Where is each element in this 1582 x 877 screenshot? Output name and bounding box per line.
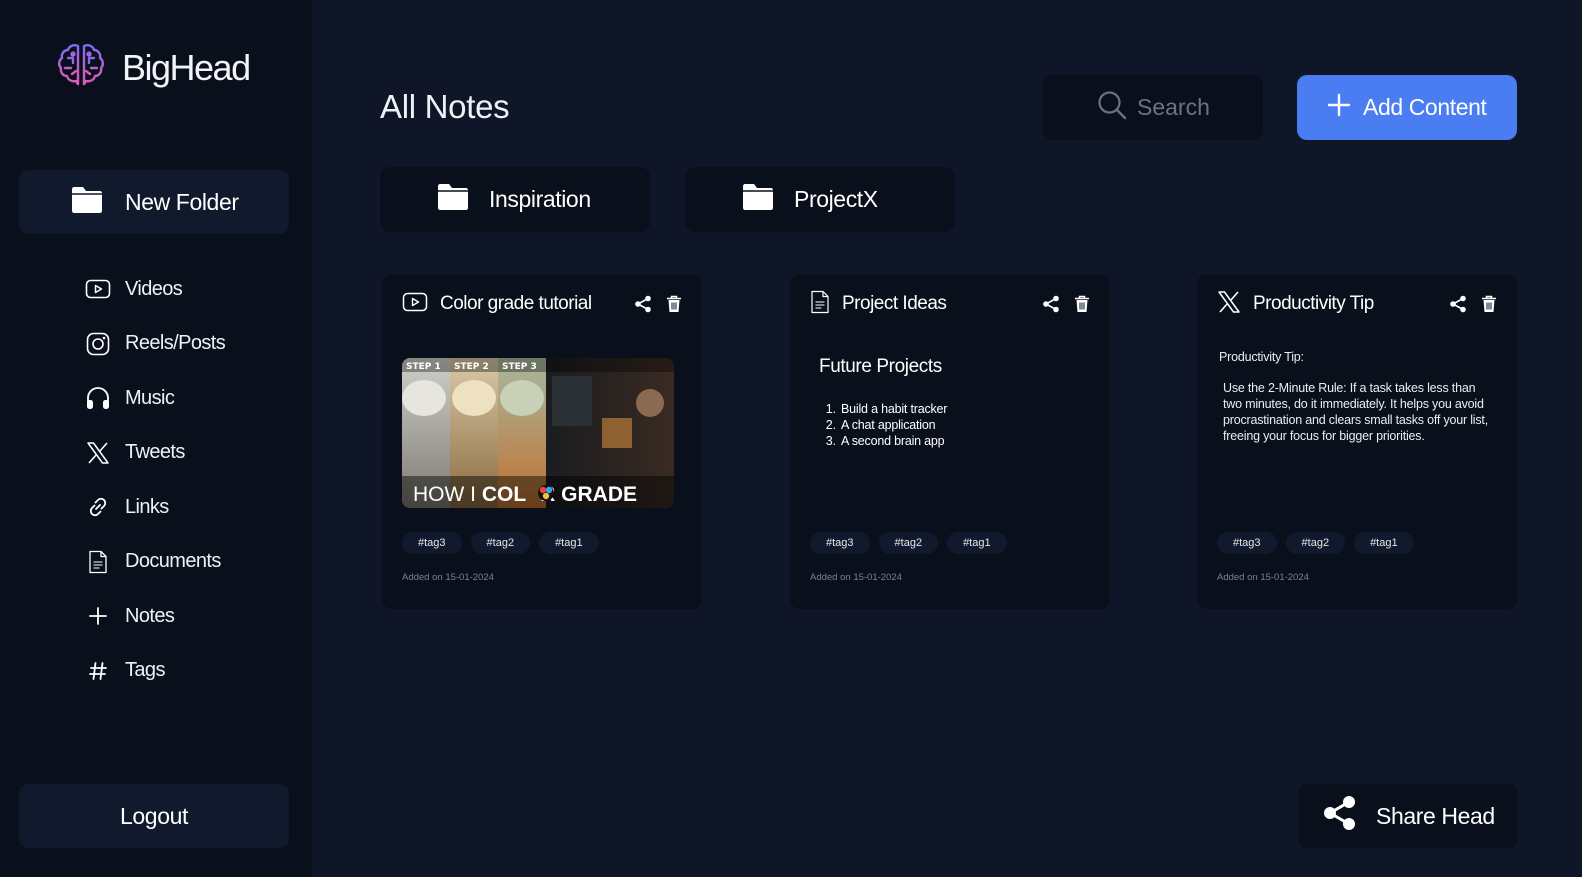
card-header: Project Ideas xyxy=(810,290,1090,318)
folder-icon xyxy=(742,183,774,216)
share-icon xyxy=(1322,795,1358,837)
thumb-caption-bold-end: R GRADE xyxy=(540,483,637,506)
folder-inspiration[interactable]: Inspiration xyxy=(380,167,650,232)
sidebar-item-label: Reels/Posts xyxy=(125,332,226,355)
search-icon xyxy=(1097,90,1127,125)
note-heading: Future Projects xyxy=(819,356,942,377)
card-date: Added on 15-01-2024 xyxy=(1217,572,1309,583)
sidebar-nav: Videos Reels/Posts Music Tweets Links Do… xyxy=(84,262,226,699)
share-head-label: Share Head xyxy=(1376,802,1495,829)
hash-icon xyxy=(84,657,112,685)
sidebar-item-music[interactable]: Music xyxy=(84,371,225,426)
list-item: A second brain app xyxy=(839,433,947,449)
sidebar-item-videos[interactable]: Videos xyxy=(84,262,225,317)
tag[interactable]: #tag2 xyxy=(878,532,939,554)
sidebar-item-label: Videos xyxy=(125,277,183,300)
sidebar-item-documents[interactable]: Documents xyxy=(84,535,225,590)
share-icon[interactable] xyxy=(1042,295,1060,313)
headphones-icon xyxy=(84,384,112,412)
content-card-tweet[interactable]: Productivity Tip Productivity Tip: Use t… xyxy=(1197,274,1517,609)
search-box[interactable] xyxy=(1043,75,1267,140)
list-item: A chat application xyxy=(839,417,947,433)
sidebar: BigHead New Folder Videos Reels/Posts Mu… xyxy=(0,0,312,877)
tag-list: #tag3 #tag2 #tag1 xyxy=(810,532,1007,554)
tag-list: #tag3 #tag2 #tag1 xyxy=(402,532,599,554)
document-icon xyxy=(84,548,112,576)
card-header: Productivity Tip xyxy=(1217,290,1497,318)
new-folder-button[interactable]: New Folder xyxy=(19,170,289,234)
link-icon xyxy=(84,493,112,521)
x-icon xyxy=(84,439,112,467)
thumb-step: STEP 3 xyxy=(502,362,537,372)
share-icon[interactable] xyxy=(634,295,652,313)
video-icon xyxy=(402,292,428,317)
sidebar-item-label: Tweets xyxy=(125,441,185,464)
folder-icon xyxy=(71,186,103,219)
sidebar-item-tweets[interactable]: Tweets xyxy=(84,426,225,481)
trash-icon[interactable] xyxy=(666,295,682,313)
x-icon xyxy=(1217,290,1241,319)
tag[interactable]: #tag3 xyxy=(402,532,462,554)
folder-projectx[interactable]: ProjectX xyxy=(685,167,955,232)
search-input[interactable] xyxy=(1137,94,1267,121)
tag[interactable]: #tag3 xyxy=(1217,532,1277,554)
folder-label: Inspiration xyxy=(489,186,591,212)
trash-icon[interactable] xyxy=(1481,295,1497,313)
sidebar-item-label: Links xyxy=(125,495,169,518)
thumb-caption: HOW I xyxy=(413,483,482,506)
tag[interactable]: #tag3 xyxy=(810,532,870,554)
app-name: BigHead xyxy=(122,46,251,88)
card-title: Project Ideas xyxy=(842,293,947,314)
card-header: Color grade tutorial xyxy=(402,290,682,318)
share-icon[interactable] xyxy=(1449,295,1467,313)
sidebar-item-label: Notes xyxy=(125,604,175,627)
tag[interactable]: #tag2 xyxy=(470,532,531,554)
thumb-step: STEP 1 xyxy=(406,362,441,372)
add-content-button[interactable]: Add Content xyxy=(1297,75,1517,140)
logout-button[interactable]: Logout xyxy=(19,784,289,848)
folder-icon xyxy=(437,183,469,216)
sidebar-item-label: Documents xyxy=(125,550,221,573)
instagram-icon xyxy=(84,330,112,358)
content-card-video[interactable]: Color grade tutorial STEP 1 STEP 2 STEP … xyxy=(382,274,702,609)
trash-icon[interactable] xyxy=(1074,295,1090,313)
tweet-text: Productivity Tip: Use the 2-Minute Rule:… xyxy=(1219,349,1497,444)
sidebar-item-label: Music xyxy=(125,386,175,409)
plus-icon xyxy=(84,602,112,630)
tag[interactable]: #tag1 xyxy=(539,532,599,554)
plus-icon xyxy=(1327,93,1351,123)
thumb-caption-bold: COL xyxy=(482,483,527,506)
sidebar-item-label: Tags xyxy=(125,659,165,682)
document-icon xyxy=(810,290,830,319)
new-folder-label: New Folder xyxy=(125,188,239,215)
page-title: All Notes xyxy=(380,88,510,125)
note-list: Build a habit tracker A chat application… xyxy=(839,401,947,449)
tag[interactable]: #tag2 xyxy=(1285,532,1346,554)
thumb-step: STEP 2 xyxy=(454,362,489,372)
tweet-line: Productivity Tip: xyxy=(1219,350,1304,364)
card-title: Productivity Tip xyxy=(1253,293,1374,314)
video-icon xyxy=(84,275,112,303)
list-item: Build a habit tracker xyxy=(839,401,947,417)
folder-label: ProjectX xyxy=(794,186,878,212)
sidebar-item-links[interactable]: Links xyxy=(84,480,225,535)
svg-text:HOW I COLR GRADE: HOW I COL R GRADE xyxy=(413,483,637,506)
card-title: Color grade tutorial xyxy=(440,293,592,314)
content-card-document[interactable]: Project Ideas Future Projects Build a ha… xyxy=(790,274,1110,609)
sidebar-item-notes[interactable]: Notes xyxy=(84,589,225,644)
share-head-button[interactable]: Share Head xyxy=(1298,784,1518,848)
add-content-label: Add Content xyxy=(1363,94,1487,120)
card-date: Added on 15-01-2024 xyxy=(810,572,902,583)
video-thumbnail[interactable]: STEP 1 STEP 2 STEP 3 HOW I COL R GRADE xyxy=(402,358,674,508)
tag[interactable]: #tag1 xyxy=(947,532,1007,554)
tag-list: #tag3 #tag2 #tag1 xyxy=(1217,532,1414,554)
logo[interactable]: BigHead xyxy=(56,40,251,95)
brain-logo-icon xyxy=(56,40,106,95)
sidebar-item-reels-posts[interactable]: Reels/Posts xyxy=(84,317,226,372)
card-date: Added on 15-01-2024 xyxy=(402,572,494,583)
tag[interactable]: #tag1 xyxy=(1354,532,1414,554)
tweet-body: Use the 2-Minute Rule: If a task takes l… xyxy=(1223,381,1488,443)
sidebar-item-tags[interactable]: Tags xyxy=(84,644,225,699)
